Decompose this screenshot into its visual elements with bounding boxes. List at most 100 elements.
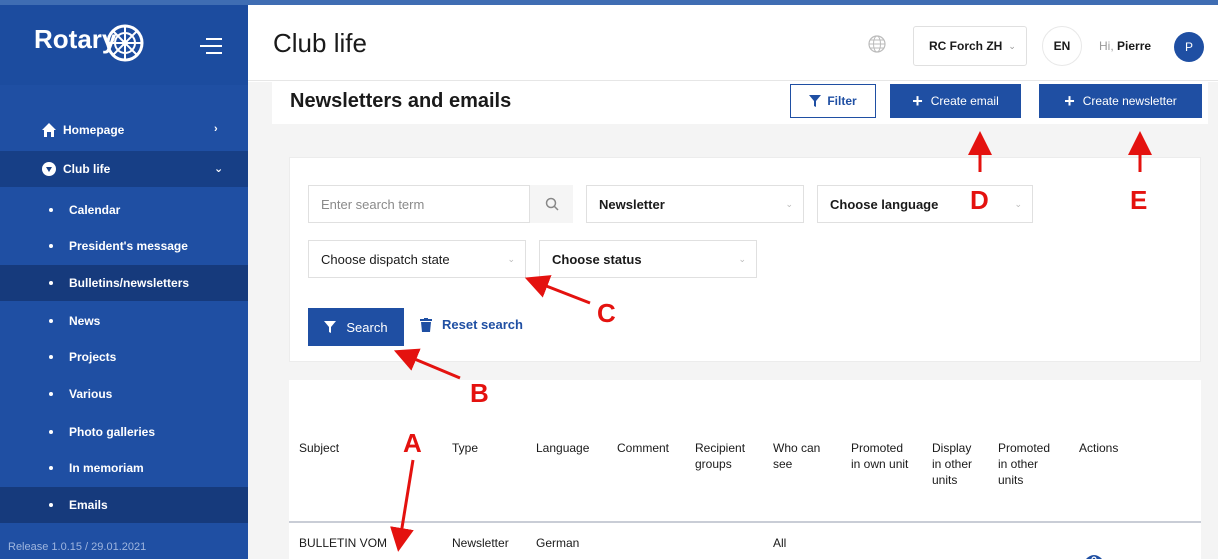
table-header-divider (289, 521, 1201, 523)
sidebar-subitem-projects[interactable]: Projects (0, 339, 248, 375)
search-icon-button[interactable] (529, 185, 573, 223)
column-header-type: Type (452, 441, 479, 455)
chevron-down-icon: ⌄ (785, 199, 793, 209)
chevron-down-icon: ⌄ (507, 254, 515, 264)
filter-button-label: Filter (827, 94, 857, 108)
sidebar-subitem-photo-galleries[interactable]: Photo galleries (0, 414, 248, 450)
annotation-label-d: D (970, 185, 989, 215)
sidebar-subitem-in-memoriam[interactable]: In memoriam (0, 450, 248, 486)
bullet-icon (49, 355, 53, 359)
annotation-label-e: E (1130, 185, 1148, 215)
release-version: Release 1.0.15 / 29.01.2021 (8, 541, 147, 553)
globe-icon[interactable] (868, 35, 886, 53)
plus-icon: + (912, 90, 923, 111)
status-select[interactable]: Choose status ⌄ (539, 240, 757, 278)
column-header-recipient-groups: Recipient groups (695, 441, 746, 471)
sidebar-subitem-label: Emails (69, 498, 108, 512)
reset-search-label: Reset search (442, 317, 523, 332)
sidebar-subitem-label: Projects (69, 350, 117, 364)
dispatch-state-select[interactable]: Choose dispatch state ⌄ (308, 240, 526, 278)
sidebar-subitem-label: Various (69, 387, 113, 401)
reset-search-button[interactable]: Reset search (420, 317, 523, 332)
avatar[interactable]: P (1174, 32, 1204, 62)
trash-icon (420, 317, 432, 332)
sidebar-header: Rotary (0, 5, 248, 85)
club-icon (42, 162, 56, 176)
search-button-label: Search (346, 319, 388, 335)
column-header-promoted-own-unit: Promoted in own unit (851, 441, 909, 471)
bullet-icon (49, 281, 53, 285)
table-cell-type: Newsletter (452, 536, 509, 550)
sidebar-subitem-presidents-message[interactable]: President's message (0, 228, 248, 264)
column-header-promoted-other-units: Promoted in other units (998, 441, 1051, 487)
club-selector[interactable]: RC Forch ZH ⌄ (913, 26, 1027, 66)
create-newsletter-button[interactable]: + Create newsletter (1039, 84, 1202, 118)
table-cell-language: German (536, 536, 580, 550)
sidebar-subitem-label: Photo galleries (69, 425, 156, 439)
section-header: Newsletters and emails Filter + Create e… (272, 82, 1208, 124)
top-header: Club life RC Forch ZH ⌄ EN Hi, Pierre P (248, 5, 1218, 81)
eye-icon[interactable] (1086, 554, 1102, 559)
column-header-actions: Actions (1079, 441, 1119, 455)
section-title: Newsletters and emails (290, 90, 512, 112)
create-email-button[interactable]: + Create email (890, 84, 1021, 118)
column-header-subject: Subject (299, 441, 340, 455)
bullet-icon (49, 244, 53, 248)
search-icon (545, 197, 559, 211)
sidebar-subitem-label: Calendar (69, 203, 121, 217)
filter-button[interactable]: Filter (790, 84, 876, 118)
annotation-label-a: A (403, 428, 422, 458)
column-header-who-can-see: Who can see (773, 441, 821, 471)
rotary-logo-text: Rotary (34, 24, 117, 54)
menu-collapse-icon[interactable] (200, 37, 222, 55)
filter-icon (324, 321, 337, 333)
search-input-placeholder: Enter search term (321, 196, 425, 212)
language-switcher[interactable]: EN (1042, 26, 1082, 66)
bullet-icon (49, 208, 53, 212)
language-select[interactable]: Choose language ⌄ (817, 185, 1033, 223)
type-select[interactable]: Newsletter ⌄ (586, 185, 804, 223)
chevron-down-icon: ⌄ (214, 163, 224, 175)
create-email-label: Create email (930, 94, 999, 108)
filter-icon (809, 95, 822, 107)
user-greeting: Hi, Pierre (1099, 39, 1151, 53)
language-select-placeholder: Choose language (830, 196, 939, 212)
column-header-display-other-units: Display in other units (932, 441, 973, 487)
plus-icon: + (1064, 90, 1075, 111)
sidebar-subitem-label: Bulletins/newsletters (69, 276, 190, 290)
sidebar-subitem-bulletins[interactable]: Bulletins/newsletters (0, 265, 248, 301)
type-select-value: Newsletter (599, 196, 665, 212)
sidebar-subitem-various[interactable]: Various (0, 376, 248, 412)
table-cell-who-can-see: All (773, 536, 787, 550)
column-header-language: Language (536, 441, 590, 455)
sidebar-subitem-calendar[interactable]: Calendar (0, 192, 248, 228)
sidebar-item-label: Homepage (63, 123, 125, 137)
table-cell-subject[interactable]: BULLETIN VOM (299, 536, 387, 550)
sidebar-subitem-label: President's message (69, 239, 188, 253)
results-table: Subject Type Language Comment Recipient … (289, 380, 1201, 559)
bullet-icon (49, 466, 53, 470)
sidebar-subitem-label: In memoriam (69, 461, 144, 475)
annotation-label-b: B (470, 378, 489, 408)
search-input[interactable]: Enter search term (308, 185, 573, 223)
sidebar-item-label: Club life (63, 162, 111, 176)
search-button[interactable]: Search (308, 308, 404, 346)
sidebar-subitem-news[interactable]: News (0, 303, 248, 339)
sidebar-item-club-life[interactable]: Club life ⌄ (0, 151, 248, 187)
sidebar: Rotary Homepage › Club life ⌄ Calendar P… (0, 5, 248, 559)
home-icon (42, 123, 56, 137)
bullet-icon (49, 319, 53, 323)
sidebar-subitem-emails[interactable]: Emails (0, 487, 248, 523)
status-select-placeholder: Choose status (552, 251, 642, 267)
chevron-right-icon: › (214, 123, 218, 135)
column-header-comment: Comment (617, 441, 670, 455)
sidebar-item-homepage[interactable]: Homepage › (0, 112, 248, 148)
chevron-down-icon: ⌄ (1014, 199, 1022, 209)
chevron-down-icon: ⌄ (738, 254, 746, 264)
rotary-wheel-icon (106, 24, 144, 62)
page-title: Club life (273, 28, 367, 58)
user-name: Pierre (1117, 39, 1152, 53)
bullet-icon (49, 392, 53, 396)
search-panel: Enter search term Newsletter ⌄ Choose la… (289, 157, 1201, 362)
bullet-icon (49, 503, 53, 507)
